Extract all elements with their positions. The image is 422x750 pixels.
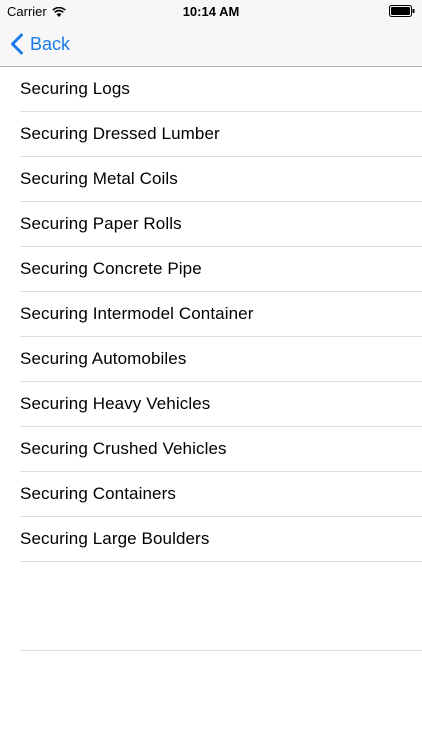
top-bar: Carrier 10:14 AM Back — [0, 0, 422, 67]
back-button[interactable]: Back — [10, 31, 70, 57]
list-item-label: Securing Paper Rolls — [20, 214, 182, 233]
list-item[interactable]: Securing Concrete Pipe — [20, 247, 422, 292]
back-button-label: Back — [30, 33, 71, 54]
list-item-label: Securing Intermodel Container — [20, 304, 254, 323]
battery-icon — [389, 5, 415, 17]
list-item-label: Securing Automobiles — [20, 349, 187, 368]
list-item[interactable]: Securing Intermodel Container — [20, 292, 422, 337]
list-item-label: Securing Logs — [20, 79, 130, 98]
list-item[interactable]: Securing Crushed Vehicles — [20, 427, 422, 472]
list-item[interactable]: Securing Logs — [20, 67, 422, 112]
list-item[interactable]: Securing Containers — [20, 472, 422, 517]
list-item[interactable]: Securing Metal Coils — [20, 157, 422, 202]
list-item-label: Securing Heavy Vehicles — [20, 394, 211, 413]
chevron-left-icon — [11, 33, 23, 55]
status-time: 10:14 AM — [182, 4, 240, 19]
list-item-label: Securing Concrete Pipe — [20, 259, 202, 278]
list-item[interactable]: Securing Dressed Lumber — [20, 112, 422, 157]
list-item-label: Securing Metal Coils — [20, 169, 178, 188]
list-item[interactable]: Securing Automobiles — [20, 337, 422, 382]
list-item-label: Securing Large Boulders — [20, 529, 210, 548]
securing-topics-list: Securing Logs Securing Dressed Lumber Se… — [0, 67, 422, 651]
status-bar: Carrier 10:14 AM — [0, 0, 422, 22]
list-item[interactable]: Securing Heavy Vehicles — [20, 382, 422, 427]
list-item[interactable]: Securing Paper Rolls — [20, 202, 422, 247]
list-item[interactable]: Securing Large Boulders — [20, 517, 422, 562]
list-item-label: Securing Containers — [20, 484, 176, 503]
list-item-label: Securing Crushed Vehicles — [20, 439, 227, 458]
list-item-label: Securing Dressed Lumber — [20, 124, 220, 143]
empty-list-row — [20, 562, 422, 651]
navigation-bar: Back — [0, 22, 422, 66]
